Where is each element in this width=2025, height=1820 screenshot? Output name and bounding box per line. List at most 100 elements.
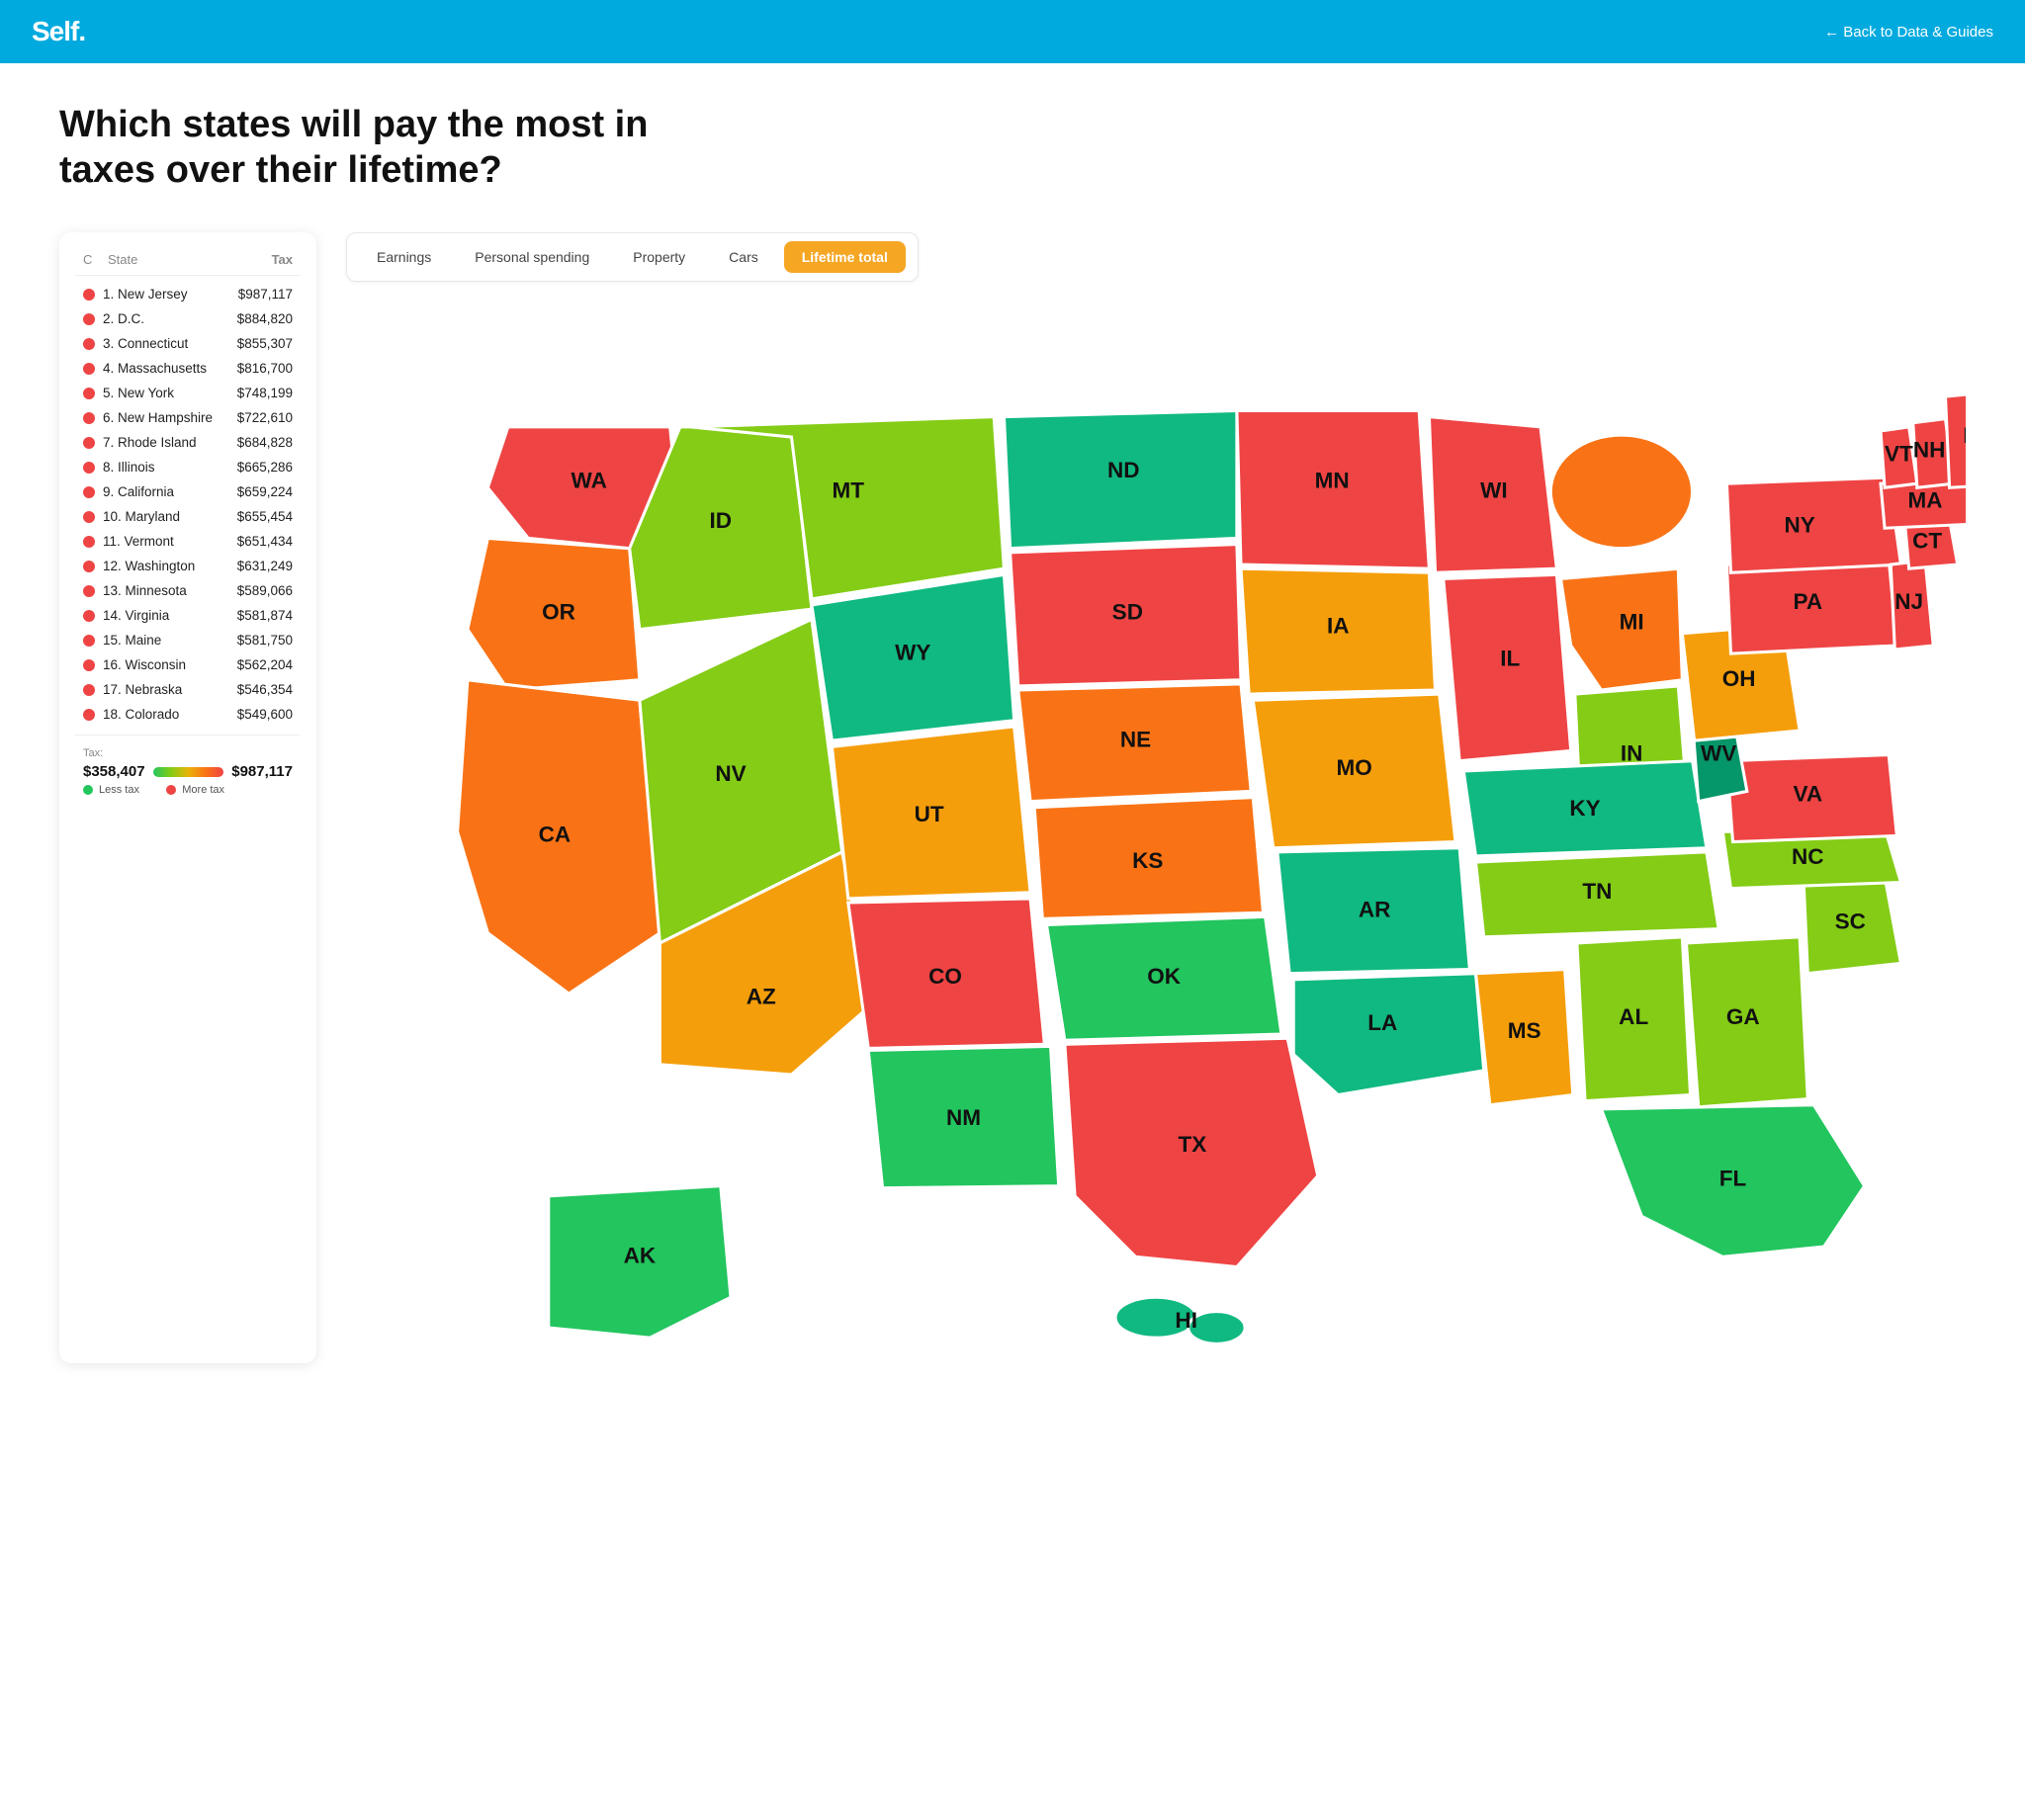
col-tax-header: Tax: [272, 252, 293, 267]
table-row: 1. New Jersey $987,117: [75, 282, 301, 306]
state-ms: [1476, 970, 1573, 1105]
table-row: 6. New Hampshire $722,610: [75, 405, 301, 430]
tab-cars[interactable]: Cars: [711, 241, 776, 273]
state-dot: [83, 684, 95, 696]
state-dot: [83, 659, 95, 671]
tab-property[interactable]: Property: [615, 241, 703, 273]
state-me: [1946, 390, 1966, 487]
state-name: 9. California: [103, 484, 174, 499]
state-tax: $546,354: [237, 682, 293, 697]
state-ks: [1034, 798, 1263, 919]
state-dot: [83, 585, 95, 597]
more-tax-dot: [166, 785, 176, 795]
legend-max: $987,117: [231, 763, 293, 780]
state-dot: [83, 511, 95, 523]
state-tax: $655,454: [237, 509, 293, 524]
state-hi: [1115, 1297, 1196, 1338]
tab-bar: Earnings Personal spending Property Cars…: [346, 232, 919, 282]
state-tax: $665,286: [237, 460, 293, 475]
table-row: 17. Nebraska $546,354: [75, 677, 301, 702]
state-name: 6. New Hampshire: [103, 410, 213, 425]
state-il: [1444, 575, 1571, 761]
state-wi: [1429, 417, 1556, 573]
state-name: 12. Washington: [103, 559, 195, 573]
state-tax: $659,224: [237, 484, 293, 499]
state-hi2: [1189, 1312, 1245, 1344]
table-row: 4. Massachusetts $816,700: [75, 356, 301, 381]
state-tax: $987,117: [238, 287, 293, 302]
state-nm: [868, 1047, 1058, 1188]
state-la: [1293, 974, 1483, 1095]
state-dot: [83, 561, 95, 572]
col-state-header: C State: [83, 252, 137, 267]
tab-personal-spending[interactable]: Personal spending: [457, 241, 607, 273]
state-dot: [83, 462, 95, 474]
state-name: 1. New Jersey: [103, 287, 188, 302]
table-row: 14. Virginia $581,874: [75, 603, 301, 628]
tab-lifetime-total[interactable]: Lifetime total: [784, 241, 906, 273]
state-ky: [1463, 761, 1707, 856]
table-row: 8. Illinois $665,286: [75, 455, 301, 479]
logo: Self.: [32, 16, 85, 47]
state-ne: [1018, 684, 1251, 802]
back-link[interactable]: ← Back to Data & Guides: [1824, 24, 1993, 41]
more-tax-label: More tax: [182, 784, 224, 796]
table-row: 11. Vermont $651,434: [75, 529, 301, 554]
state-nj: [1891, 561, 1933, 650]
state-tax: $684,828: [237, 435, 293, 450]
table-row: 16. Wisconsin $562,204: [75, 652, 301, 677]
table-row: 2. D.C. $884,820: [75, 306, 301, 331]
state-mn: [1237, 411, 1430, 569]
state-dot: [83, 338, 95, 350]
state-ga: [1686, 937, 1807, 1107]
table-row: 13. Minnesota $589,066: [75, 578, 301, 603]
state-dot: [83, 709, 95, 721]
state-tax: $816,700: [237, 361, 293, 376]
table-row: 10. Maryland $655,454: [75, 504, 301, 529]
table-row: 15. Maine $581,750: [75, 628, 301, 652]
state-dot: [83, 437, 95, 449]
table-row: 7. Rhode Island $684,828: [75, 430, 301, 455]
state-dot: [83, 412, 95, 424]
state-tax: $581,750: [237, 633, 293, 648]
state-tax: $549,600: [237, 707, 293, 722]
state-tax: $748,199: [237, 386, 293, 400]
page-title: Which states will pay the most in taxes …: [59, 103, 653, 193]
state-tax: $589,066: [237, 583, 293, 598]
state-mi-upper: [1550, 435, 1692, 549]
less-tax-label: Less tax: [99, 784, 139, 796]
state-wy: [812, 575, 1014, 741]
state-name: 5. New York: [103, 386, 174, 400]
legend-min: $358,407: [83, 763, 145, 780]
state-dot: [83, 635, 95, 647]
state-name: 11. Vermont: [103, 534, 174, 549]
state-name: 8. Illinois: [103, 460, 155, 475]
state-ak: [549, 1186, 731, 1339]
state-ny: [1726, 477, 1900, 572]
state-dot: [83, 610, 95, 622]
state-sc: [1804, 877, 1900, 974]
state-ca: [458, 680, 660, 994]
less-tax-dot: [83, 785, 93, 795]
state-tax: $581,874: [237, 608, 293, 623]
state-name: 14. Virginia: [103, 608, 169, 623]
state-name: 4. Massachusetts: [103, 361, 207, 376]
tab-earnings[interactable]: Earnings: [359, 241, 449, 273]
table-row: 3. Connecticut $855,307: [75, 331, 301, 356]
state-tn: [1476, 852, 1719, 937]
state-tax: $884,820: [237, 311, 293, 326]
state-dot: [83, 289, 95, 301]
state-ar: [1277, 848, 1470, 974]
state-sd: [1011, 545, 1241, 686]
state-mo: [1253, 694, 1455, 848]
state-name: 3. Connecticut: [103, 336, 188, 351]
state-or: [468, 539, 640, 691]
map-container: WA OR CA ID NV AZ: [346, 305, 1966, 1363]
state-tax: $855,307: [237, 336, 293, 351]
state-name: 2. D.C.: [103, 311, 144, 326]
state-nd: [1004, 411, 1236, 549]
gradient-bar: [153, 767, 224, 777]
header: Self. ← Back to Data & Guides: [0, 0, 2025, 63]
state-dot: [83, 313, 95, 325]
state-al: [1577, 937, 1691, 1101]
